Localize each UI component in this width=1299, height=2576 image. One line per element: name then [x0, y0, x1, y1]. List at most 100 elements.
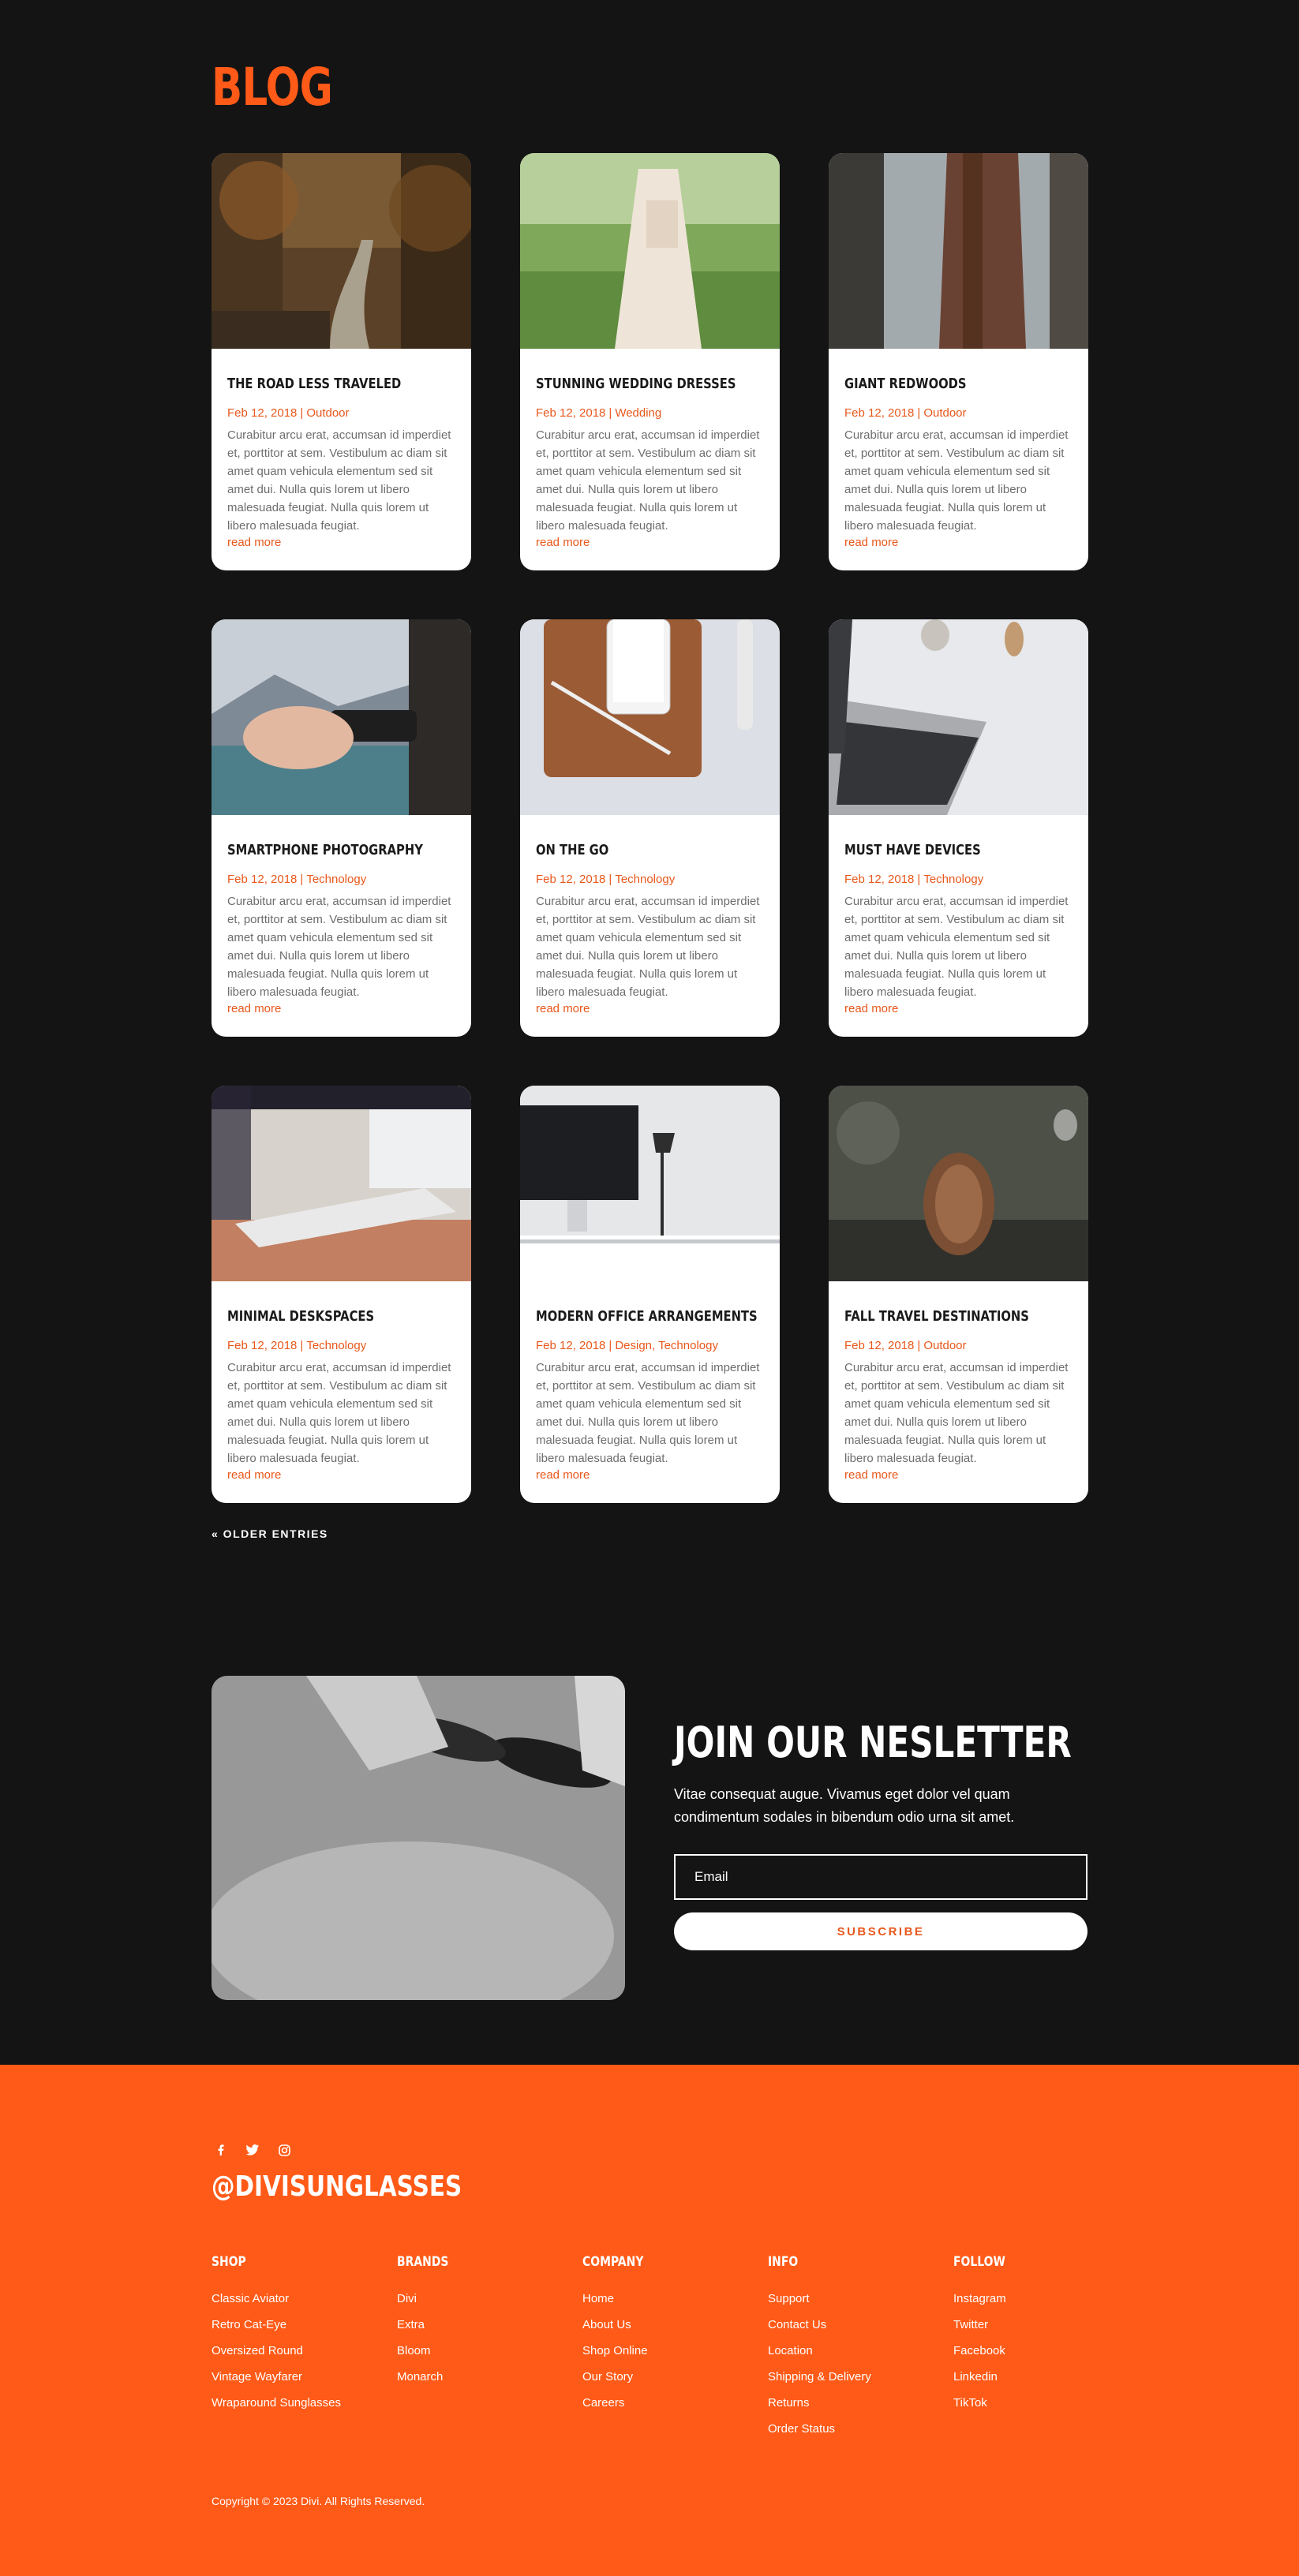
post-meta: Feb 12, 2018 | Technology: [536, 873, 676, 886]
post-title[interactable]: Minimal Deskspaces: [227, 1308, 414, 1325]
post-excerpt: Curabitur arcu erat, accumsan id imperdi…: [844, 1361, 1069, 1465]
post-image-deskspace[interactable]: [212, 1086, 471, 1281]
page-title: BLOG: [212, 57, 333, 118]
post-image-onthego[interactable]: [520, 619, 780, 815]
post-title[interactable]: On The Go: [536, 842, 723, 858]
email-field[interactable]: [674, 1854, 1087, 1900]
read-more-link[interactable]: read more: [536, 535, 764, 551]
blog-card: Stunning Wedding Dresses Feb 12, 2018 | We…: [520, 153, 780, 570]
post-date: Feb 12, 2018: [844, 406, 915, 420]
blog-card: Fall Travel Destinations Feb 12, 2018 | Ou…: [829, 1086, 1088, 1503]
post-excerpt: Curabitur arcu erat, accumsan id imperdi…: [844, 428, 1069, 533]
footer-link[interactable]: About Us: [582, 2312, 768, 2338]
post-category[interactable]: Technology: [306, 873, 366, 886]
post-category[interactable]: Wedding: [615, 406, 661, 420]
post-image-pinecone[interactable]: [829, 1086, 1088, 1281]
footer-link[interactable]: Linkedin: [953, 2364, 1139, 2390]
post-image-devices[interactable]: [829, 619, 1088, 815]
post-image-redwoods[interactable]: [829, 153, 1088, 349]
post-meta: Feb 12, 2018 | Technology: [227, 873, 367, 886]
post-meta: Feb 12, 2018 | Design, Technology: [536, 1339, 718, 1352]
post-image-wedding[interactable]: [520, 153, 780, 349]
footer-column-company: Company Home About Us Shop Online Our St…: [582, 2254, 768, 2442]
footer-link[interactable]: Facebook: [953, 2338, 1139, 2364]
post-image-road[interactable]: [212, 153, 471, 349]
post-title[interactable]: Fall Travel Destinations: [844, 1308, 1031, 1325]
footer-link[interactable]: Divi: [397, 2286, 582, 2312]
brand-handle[interactable]: @DIVISUNGLASSES: [212, 2170, 462, 2203]
read-more-link[interactable]: read more: [536, 1467, 764, 1483]
footer-link[interactable]: Instagram: [953, 2286, 1139, 2312]
post-title[interactable]: Giant Redwoods: [844, 376, 1031, 392]
footer-link[interactable]: Bloom: [397, 2338, 582, 2364]
read-more-link[interactable]: read more: [844, 1001, 1073, 1017]
read-more-link[interactable]: read more: [844, 535, 1073, 551]
post-category[interactable]: Design, Technology: [615, 1339, 718, 1352]
footer-link[interactable]: Oversized Round: [212, 2338, 397, 2364]
post-category[interactable]: Outdoor: [306, 406, 349, 420]
post-meta: Feb 12, 2018 | Outdoor: [227, 406, 350, 420]
footer-link[interactable]: Extra: [397, 2312, 582, 2338]
post-date: Feb 12, 2018: [536, 406, 606, 420]
post-category[interactable]: Outdoor: [923, 1339, 966, 1352]
footer-link[interactable]: Shop Online: [582, 2338, 768, 2364]
footer-link[interactable]: Careers: [582, 2390, 768, 2416]
blog-card: Smartphone Photography Feb 12, 2018 | Tech…: [212, 619, 471, 1037]
subscribe-button[interactable]: SUBSCRIBE: [674, 1912, 1087, 1950]
newsletter-image: [212, 1676, 625, 2000]
post-meta: Feb 12, 2018 | Outdoor: [844, 406, 967, 420]
instagram-icon[interactable]: [275, 2140, 294, 2159]
blog-card: Minimal Deskspaces Feb 12, 2018 | Technolo…: [212, 1086, 471, 1503]
post-title[interactable]: Stunning Wedding Dresses: [536, 376, 736, 392]
post-image-smartphone[interactable]: [212, 619, 471, 815]
footer-link[interactable]: Home: [582, 2286, 768, 2312]
post-title[interactable]: Smartphone Photography: [227, 842, 423, 858]
post-excerpt: Curabitur arcu erat, accumsan id imperdi…: [536, 1361, 760, 1465]
twitter-icon[interactable]: [243, 2140, 262, 2159]
read-more-link[interactable]: read more: [536, 1001, 764, 1017]
post-category[interactable]: Technology: [306, 1339, 366, 1352]
footer-link[interactable]: Wraparound Sunglasses: [212, 2390, 397, 2416]
footer-link[interactable]: TikTok: [953, 2390, 1139, 2416]
footer-link[interactable]: Returns: [768, 2390, 953, 2416]
blog-section: BLOG The Road Less Traveled Feb 12, 2018…: [0, 0, 1299, 2065]
footer-link[interactable]: Classic Aviator: [212, 2286, 397, 2312]
post-title[interactable]: Modern Office Arrangements: [536, 1308, 758, 1325]
footer-link[interactable]: Monarch: [397, 2364, 582, 2390]
post-excerpt: Curabitur arcu erat, accumsan id imperdi…: [227, 895, 451, 999]
footer-link[interactable]: Our Story: [582, 2364, 768, 2390]
post-image-office[interactable]: [520, 1086, 780, 1281]
read-more-link[interactable]: read more: [844, 1467, 1073, 1483]
facebook-icon[interactable]: [212, 2140, 230, 2159]
footer-link[interactable]: Contact Us: [768, 2312, 953, 2338]
post-date: Feb 12, 2018: [227, 873, 298, 886]
newsletter-text: Vitae consequat augue. Vivamus eget dolo…: [674, 1786, 1015, 1825]
blog-card: On The Go Feb 12, 2018 | Technology Curabi…: [520, 619, 780, 1037]
post-category[interactable]: Technology: [923, 873, 983, 886]
post-meta: Feb 12, 2018 | Wedding: [536, 406, 662, 420]
older-entries-link[interactable]: « OLDER ENTRIES: [212, 1527, 328, 1540]
read-more-link[interactable]: read more: [227, 1001, 455, 1017]
footer-link[interactable]: Twitter: [953, 2312, 1139, 2338]
post-excerpt: Curabitur arcu erat, accumsan id imperdi…: [536, 428, 760, 533]
newsletter-title: JOIN OUR NESLETTER: [674, 1718, 1072, 1767]
read-more-link[interactable]: read more: [227, 1467, 455, 1483]
footer-link[interactable]: Order Status: [768, 2416, 953, 2442]
post-date: Feb 12, 2018: [844, 1339, 915, 1352]
footer: @DIVISUNGLASSES Shop Classic Aviator Ret…: [0, 2065, 1299, 2576]
post-meta: Feb 12, 2018 | Technology: [844, 873, 984, 886]
post-title[interactable]: The Road Less Traveled: [227, 376, 414, 392]
post-date: Feb 12, 2018: [227, 406, 298, 420]
footer-heading: Brands: [397, 2254, 449, 2270]
footer-link[interactable]: Support: [768, 2286, 953, 2312]
footer-link[interactable]: Vintage Wayfarer: [212, 2364, 397, 2390]
post-date: Feb 12, 2018: [536, 1339, 606, 1352]
read-more-link[interactable]: read more: [227, 535, 455, 551]
footer-link[interactable]: Retro Cat-Eye: [212, 2312, 397, 2338]
post-category[interactable]: Outdoor: [923, 406, 966, 420]
footer-link[interactable]: Location: [768, 2338, 953, 2364]
post-category[interactable]: Technology: [615, 873, 675, 886]
footer-column-brands: Brands Divi Extra Bloom Monarch: [397, 2254, 582, 2442]
footer-link[interactable]: Shipping & Delivery: [768, 2364, 953, 2390]
post-title[interactable]: Must Have Devices: [844, 842, 1031, 858]
